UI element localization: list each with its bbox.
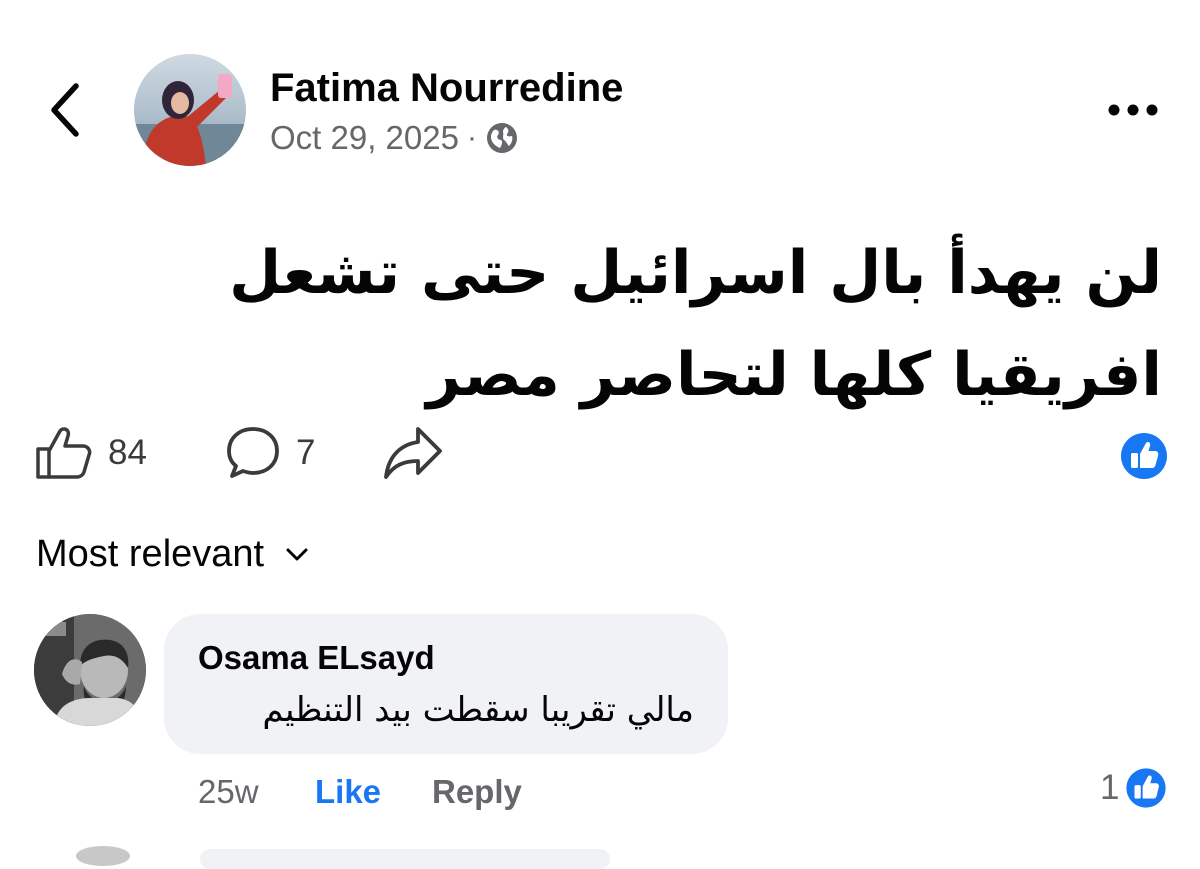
post-date[interactable]: Oct 29, 2025 (270, 118, 459, 158)
thumbs-up-icon (36, 427, 92, 479)
comment-text: مالي تقريبا سقطت بيد التنظيم (262, 690, 694, 730)
more-options-button[interactable] (1104, 92, 1162, 128)
share-button[interactable] (382, 422, 444, 484)
comment-like-button[interactable]: Like (315, 770, 381, 814)
commenter-photo (34, 614, 146, 726)
globe-icon (485, 121, 519, 155)
next-commenter-avatar[interactable] (76, 846, 130, 866)
back-button[interactable] (44, 78, 92, 142)
author-avatar[interactable] (134, 54, 246, 166)
chevron-left-icon (51, 83, 79, 137)
like-count: 84 (108, 433, 147, 472)
author-name[interactable]: Fatima Nourredine (270, 64, 623, 112)
post-meta: Oct 29, 2025 · (270, 116, 519, 160)
comment-count: 7 (296, 433, 316, 472)
meta-separator: · (466, 121, 477, 154)
post-text-line-1: لن يهدأ بال اسرائيل حتى تشعل (229, 238, 1162, 308)
chevron-down-icon (286, 548, 308, 561)
next-comment-bubble (200, 849, 610, 869)
post-text-line-2: افريقيا كلها لتحاصر مصر (426, 340, 1162, 410)
commenter-name[interactable]: Osama ELsayd (198, 638, 435, 678)
like-button[interactable]: 84 (34, 422, 147, 484)
author-photo (134, 54, 246, 166)
commenter-avatar[interactable] (34, 614, 146, 726)
comment-reaction-summary[interactable]: 1 (1100, 762, 1169, 814)
comment-timestamp[interactable]: 25w (198, 770, 259, 814)
comment-bubble-icon (227, 427, 279, 478)
comment-reaction-count: 1 (1100, 768, 1120, 807)
comment-sort-dropdown[interactable]: Most relevant (36, 528, 310, 580)
comment-button[interactable]: 7 (224, 422, 315, 484)
post-text: لن يهدأ بال اسرائيل حتى تشعل افريقيا كله… (162, 222, 1162, 426)
more-icon (1108, 104, 1158, 116)
like-reaction-icon[interactable] (1120, 432, 1168, 480)
share-arrow-icon (384, 427, 442, 479)
sort-label: Most relevant (36, 533, 265, 575)
like-reaction-icon (1124, 765, 1169, 811)
comment-reply-button[interactable]: Reply (432, 770, 522, 814)
